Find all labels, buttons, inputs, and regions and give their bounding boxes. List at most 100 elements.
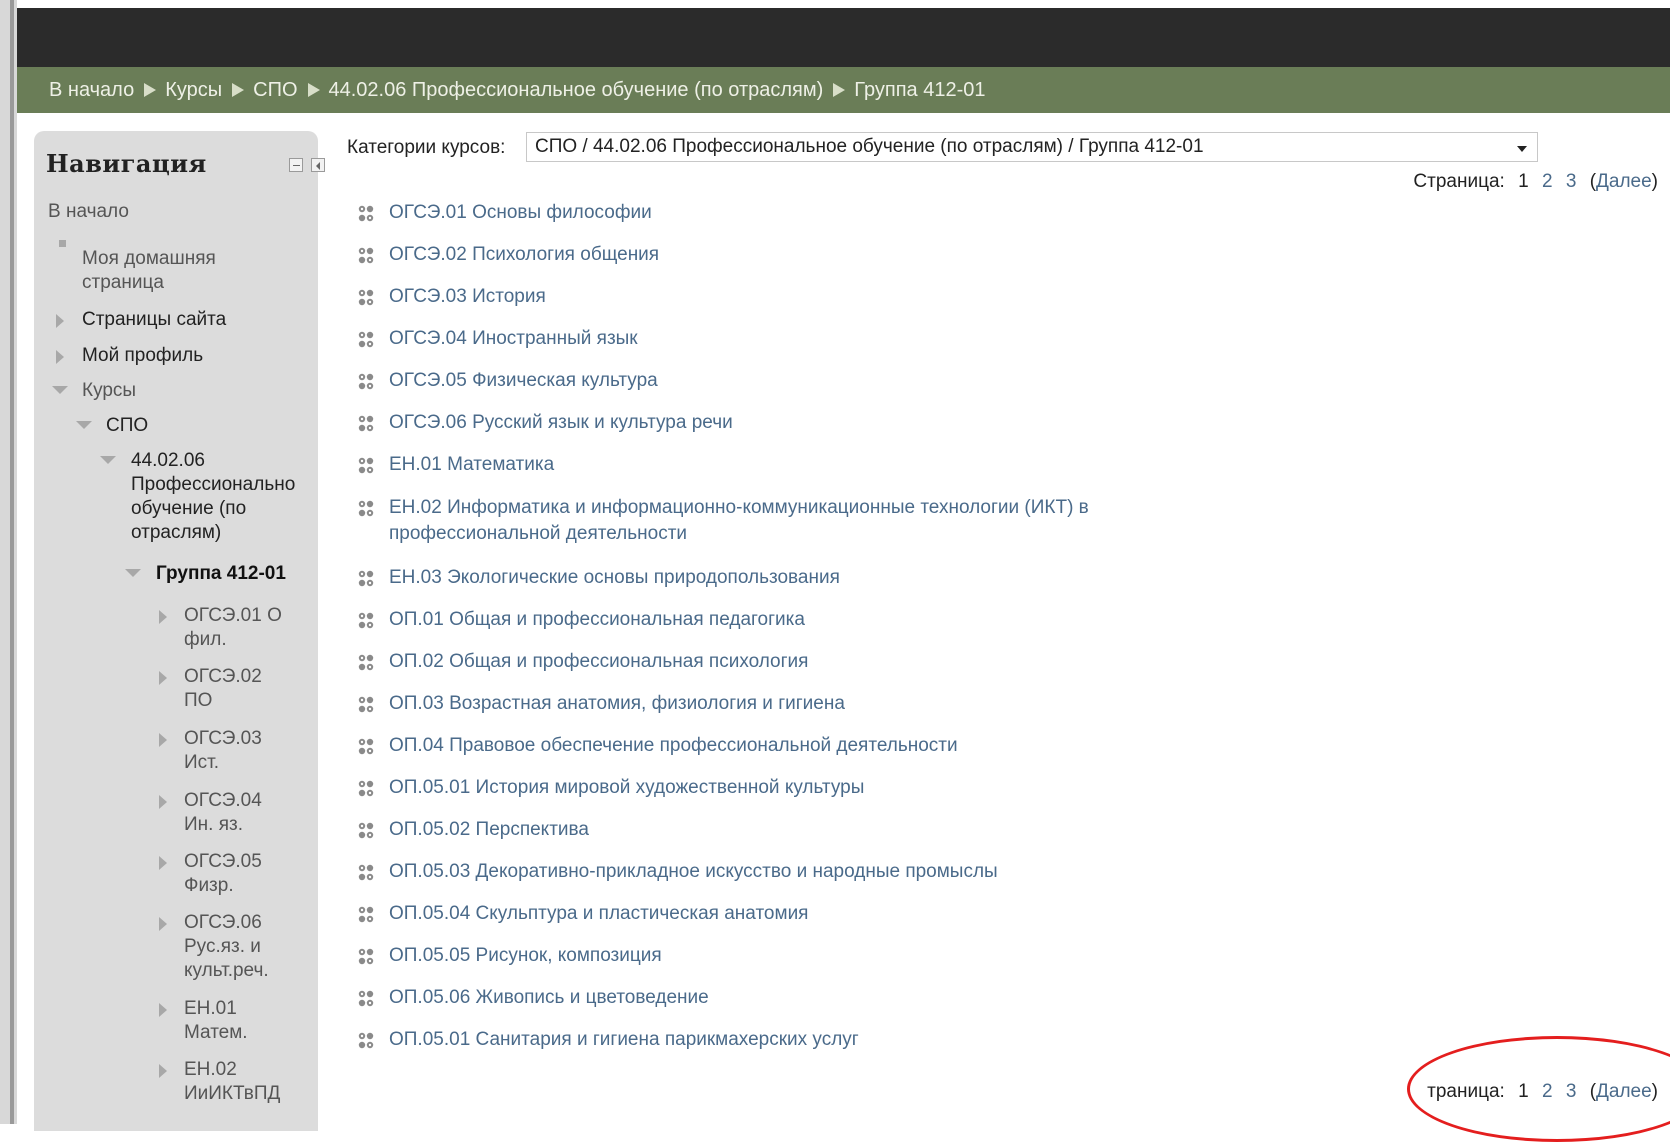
dock-block-icon[interactable] <box>311 158 325 172</box>
breadcrumb-separator-icon <box>144 83 157 97</box>
nav-course-item[interactable]: ЕН.02 ИиИКТвПД <box>184 1058 280 1106</box>
nav-home[interactable]: В начало <box>48 200 129 224</box>
course-icon <box>355 568 377 590</box>
pager-next-link[interactable]: Далее <box>1596 171 1652 192</box>
course-name: ОГСЭ.05 Физическая культура <box>389 370 658 391</box>
window-left-frame-line <box>10 0 14 1124</box>
course-name: ОГСЭ.01 Основы философии <box>389 202 652 223</box>
nav-course-item-line: ОГСЭ.02 <box>184 666 262 687</box>
course-name: ОП.01 Общая и профессиональная педагогик… <box>389 609 805 630</box>
course-icon <box>355 203 377 225</box>
nav-my-home-line1: Моя домашняя <box>82 248 216 269</box>
course-icon <box>355 736 377 758</box>
nav-course-item-line: Рус.яз. и <box>184 936 261 957</box>
expand-arrow-icon[interactable] <box>56 350 64 364</box>
course-name: профессиональной деятельности <box>389 523 688 544</box>
breadcrumb: В начало Курсы СПО 44.02.06 Профессионал… <box>17 67 1670 113</box>
breadcrumb-courses[interactable]: Курсы <box>165 79 222 102</box>
collapse-arrow-icon[interactable] <box>125 569 141 577</box>
nav-program-line4: отраслям) <box>131 522 222 543</box>
expand-arrow-icon[interactable] <box>159 1064 167 1078</box>
course-icon <box>355 694 377 716</box>
nav-course-item[interactable]: ОГСЭ.06 Рус.яз. и культ.реч. <box>184 911 269 983</box>
expand-arrow-icon[interactable] <box>56 314 64 328</box>
course-name: ОП.05.04 Скульптура и пластическая анато… <box>389 903 809 924</box>
nav-course-item-line: ОГСЭ.05 <box>184 851 262 872</box>
course-icon <box>355 610 377 632</box>
expand-arrow-icon[interactable] <box>159 795 167 809</box>
nav-course-item-line: Ист. <box>184 752 220 773</box>
collapse-arrow-icon[interactable] <box>100 456 116 464</box>
nav-course-item-line: фил. <box>184 629 227 650</box>
nav-course-item-line: ОГСЭ.04 <box>184 790 262 811</box>
course-icon <box>355 820 377 842</box>
nav-course-item-line: культ.реч. <box>184 960 269 981</box>
nav-course-item[interactable]: ОГСЭ.04 Ин. яз. <box>184 789 262 837</box>
pager-next-link-bottom[interactable]: Далее <box>1596 1081 1652 1102</box>
course-icon <box>355 1030 377 1052</box>
expand-arrow-icon[interactable] <box>159 1003 167 1017</box>
collapse-arrow-icon[interactable] <box>76 421 92 429</box>
pager-current: 1 <box>1518 171 1529 192</box>
page-header <box>17 8 1670 67</box>
expand-arrow-icon[interactable] <box>159 917 167 931</box>
nav-my-profile[interactable]: Мой профиль <box>82 344 203 368</box>
breadcrumb-program[interactable]: 44.02.06 Профессиональное обучение (по о… <box>329 79 824 102</box>
expand-arrow-icon[interactable] <box>159 610 167 624</box>
pager-link-2-bottom[interactable]: 2 <box>1542 1081 1553 1102</box>
pager-link-3[interactable]: 3 <box>1566 171 1577 192</box>
course-icon <box>355 946 377 968</box>
course-icon <box>355 287 377 309</box>
nav-course-item-line: ОГСЭ.01 О <box>184 605 282 626</box>
course-name: ОГСЭ.06 Русский язык и культура речи <box>389 412 733 433</box>
course-name: ОП.05.02 Перспектива <box>389 819 589 840</box>
nav-my-home[interactable]: Моя домашняя страница <box>82 247 216 295</box>
breadcrumb-spo[interactable]: СПО <box>253 79 297 102</box>
course-name: ОП.05.01 История мировой художественной … <box>389 777 865 798</box>
breadcrumb-home[interactable]: В начало <box>49 79 134 102</box>
nav-course-item-line: ЕН.01 <box>184 998 237 1019</box>
window-left-frame <box>0 0 17 1124</box>
expand-arrow-icon[interactable] <box>159 671 167 685</box>
pager-link-2[interactable]: 2 <box>1542 171 1553 192</box>
nav-spo[interactable]: СПО <box>106 414 148 438</box>
course-icon <box>355 904 377 926</box>
category-select-value: СПО / 44.02.06 Профессиональное обучение… <box>535 136 1204 157</box>
collapse-arrow-icon[interactable] <box>52 386 68 394</box>
pager-label-bottom: траница: <box>1427 1081 1505 1102</box>
nav-course-item-line: ПО <box>184 690 213 711</box>
chevron-down-icon <box>1517 146 1527 152</box>
course-name: ОГСЭ.02 Психология общения <box>389 244 660 265</box>
expand-arrow-icon[interactable] <box>159 733 167 747</box>
expand-arrow-icon[interactable] <box>159 856 167 870</box>
collapse-block-icon[interactable] <box>289 158 303 172</box>
nav-course-item[interactable]: ЕН.01 Матем. <box>184 997 248 1045</box>
course-name: ОП.05.01 Санитария и гигиена парикмахерс… <box>389 1029 859 1050</box>
nav-course-item[interactable]: ОГСЭ.03 Ист. <box>184 727 262 775</box>
breadcrumb-separator-icon <box>307 83 320 97</box>
nav-program[interactable]: 44.02.06 Профессионально обучение (по от… <box>131 449 301 545</box>
category-select[interactable]: СПО / 44.02.06 Профессиональное обучение… <box>526 132 1538 162</box>
nav-course-item[interactable]: ОГСЭ.02 ПО <box>184 665 262 713</box>
nav-course-item-line: Ин. яз. <box>184 814 243 835</box>
course-name: ОГСЭ.03 История <box>389 286 546 307</box>
course-name: ЕН.01 Математика <box>389 454 555 475</box>
navigation-title: Навигация <box>46 149 207 178</box>
nav-course-item-line: Физр. <box>184 875 234 896</box>
course-icon <box>355 862 377 884</box>
breadcrumb-separator-icon <box>232 83 245 97</box>
course-icon <box>355 329 377 351</box>
breadcrumb-group[interactable]: Группа 412-01 <box>854 79 985 102</box>
nav-course-item[interactable]: ОГСЭ.05 Физр. <box>184 850 262 898</box>
nav-course-item-line: ОГСЭ.03 <box>184 728 262 749</box>
pager-next: (Далее) <box>1589 171 1658 192</box>
nav-course-item[interactable]: ОГСЭ.01 О фил. <box>184 604 282 652</box>
nav-site-pages[interactable]: Страницы сайта <box>82 308 226 332</box>
nav-group[interactable]: Группа 412-01 <box>156 562 286 586</box>
nav-course-item-line: ОГСЭ.06 <box>184 912 262 933</box>
nav-program-line2: Профессионально <box>131 474 296 495</box>
nav-courses[interactable]: Курсы <box>82 379 136 403</box>
pager-link-3-bottom[interactable]: 3 <box>1566 1081 1577 1102</box>
pager-next-bottom: (Далее) <box>1589 1081 1658 1102</box>
course-icon <box>355 988 377 1010</box>
